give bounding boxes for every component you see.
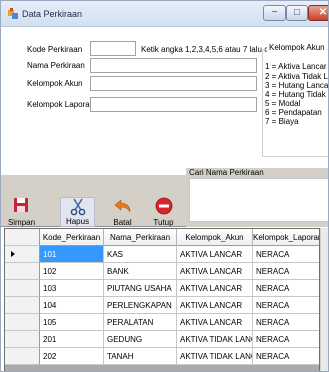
akun-line-1: 1 = Aktiva Lancar — [265, 62, 327, 71]
cell-kode[interactable]: 103 — [40, 280, 104, 297]
window-title: Data Perkiraan — [22, 9, 83, 19]
save-icon — [14, 198, 28, 212]
cell-akun[interactable]: AKTIVA TIDAK LANCAR — [177, 331, 253, 348]
maximize-icon: □ — [293, 7, 301, 18]
grid-header-row: Kode_Perkiraan Nama_Perkiraan Kelompok_A… — [5, 229, 319, 246]
cell-nama[interactable]: PIUTANG USAHA — [104, 280, 177, 297]
row-header[interactable] — [5, 348, 40, 365]
hapus-button[interactable]: Hapus — [60, 197, 95, 227]
col-header-nama[interactable]: Nama_Perkiraan — [104, 229, 177, 246]
akun-line-2: 2 = Aktiva Tidak Lancar — [265, 72, 328, 81]
hapus-label: Hapus — [65, 217, 90, 226]
akun-line-5: 5 = Modal — [265, 99, 301, 108]
kelompok-laporan-input[interactable] — [90, 97, 257, 112]
cell-laporan[interactable]: NERACA — [253, 280, 319, 297]
app-icon — [8, 8, 18, 19]
simpan-label: Simpan — [7, 218, 36, 227]
table-row[interactable]: 103 PIUTANG USAHA AKTIVA LANCAR NERACA — [5, 280, 319, 297]
cell-kode[interactable]: 201 — [40, 331, 104, 348]
cell-kode[interactable]: 102 — [40, 263, 104, 280]
table-row[interactable]: 201 GEDUNG AKTIVA TIDAK LANCAR NERACA — [5, 331, 319, 348]
undo-icon — [114, 199, 131, 213]
row-header[interactable] — [5, 263, 40, 280]
cell-nama[interactable]: TANAH — [104, 348, 177, 365]
cell-laporan[interactable]: NERACA — [253, 314, 319, 331]
cell-laporan[interactable]: NERACA — [253, 331, 319, 348]
cell-nama[interactable]: PERALATAN — [104, 314, 177, 331]
cell-kode[interactable]: 101 — [40, 246, 104, 263]
tutup-label: Tutup — [153, 218, 174, 227]
simpan-button[interactable]: Simpan — [4, 197, 39, 227]
cell-nama[interactable]: BANK — [104, 263, 177, 280]
stop-icon — [155, 197, 173, 215]
maximize-button[interactable]: □ — [286, 5, 308, 21]
cell-laporan[interactable]: NERACA — [253, 297, 319, 314]
row-header[interactable] — [5, 246, 40, 263]
minimize-button[interactable]: − — [263, 5, 286, 21]
kode-perkiraan-label: Kode Perkiraan — [27, 45, 83, 54]
nama-perkiraan-label: Nama Perkiraan — [27, 61, 85, 70]
search-title: Cari Nama Perkiraan — [189, 168, 264, 177]
current-row-arrow-icon — [11, 251, 15, 257]
row-header[interactable] — [5, 331, 40, 348]
close-icon: ✕ — [318, 7, 328, 18]
cell-kode[interactable]: 105 — [40, 314, 104, 331]
kode-perkiraan-input[interactable] — [90, 41, 136, 56]
title-bar[interactable]: Data Perkiraan − □ ✕ — [1, 1, 328, 27]
cell-akun[interactable]: AKTIVA LANCAR — [177, 297, 253, 314]
cell-akun[interactable]: AKTIVA LANCAR — [177, 263, 253, 280]
search-input[interactable] — [189, 178, 328, 222]
batal-button[interactable]: Batal — [105, 197, 140, 227]
kelompok-akun-label: Kelompok Akun — [27, 79, 83, 88]
col-header-laporan[interactable]: Kelompok_Laporan — [253, 229, 319, 246]
table-row[interactable]: 202 TANAH AKTIVA TIDAK LANCAR NERACA — [5, 348, 319, 365]
row-header[interactable] — [5, 297, 40, 314]
row-header[interactable] — [5, 314, 40, 331]
table-row[interactable]: 101 KAS AKTIVA LANCAR NERACA — [5, 246, 319, 263]
cell-akun[interactable]: AKTIVA TIDAK LANCAR — [177, 348, 253, 365]
table-row[interactable]: 102 BANK AKTIVA LANCAR NERACA — [5, 263, 319, 280]
cell-laporan[interactable]: NERACA — [253, 348, 319, 365]
grid-side-area — [320, 228, 328, 371]
akun-line-4: 4 = Hutang Tidak Lancar — [265, 90, 328, 99]
kelompok-akun-group-title: Kelompok Akun — [267, 43, 327, 52]
cell-laporan[interactable]: NERACA — [253, 246, 319, 263]
scissors-icon — [70, 198, 86, 216]
grid-corner — [5, 229, 40, 246]
data-grid[interactable]: Kode_Perkiraan Nama_Perkiraan Kelompok_A… — [4, 228, 320, 371]
cell-nama[interactable]: KAS — [104, 246, 177, 263]
cell-akun[interactable]: AKTIVA LANCAR — [177, 246, 253, 263]
nama-perkiraan-input[interactable] — [90, 58, 257, 73]
row-header[interactable] — [5, 280, 40, 297]
cell-akun[interactable]: AKTIVA LANCAR — [177, 280, 253, 297]
data-perkiraan-window: Data Perkiraan − □ ✕ Kode Perkiraan Keti… — [0, 0, 329, 372]
kelompok-laporan-label: Kelompok Laporan — [27, 100, 95, 109]
col-header-akun[interactable]: Kelompok_Akun — [177, 229, 253, 246]
table-row[interactable]: 105 PERALATAN AKTIVA LANCAR NERACA — [5, 314, 319, 331]
batal-label: Batal — [113, 218, 132, 227]
cell-nama[interactable]: GEDUNG — [104, 331, 177, 348]
kelompok-akun-input[interactable] — [90, 76, 257, 91]
cell-kode[interactable]: 104 — [40, 297, 104, 314]
akun-line-6: 6 = Pendapatan — [265, 108, 322, 117]
col-header-kode[interactable]: Kode_Perkiraan — [40, 229, 104, 246]
close-button[interactable]: ✕ — [308, 5, 328, 21]
akun-line-3: 3 = Hutang Lancar — [265, 81, 329, 90]
akun-line-7: 7 = Biaya — [265, 117, 299, 126]
minimize-icon: − — [271, 7, 278, 18]
cell-nama[interactable]: PERLENGKAPAN — [104, 297, 177, 314]
tutup-button[interactable]: Tutup — [146, 197, 181, 227]
table-row[interactable]: 104 PERLENGKAPAN AKTIVA LANCAR NERACA — [5, 297, 319, 314]
cell-akun[interactable]: AKTIVA LANCAR — [177, 314, 253, 331]
cell-laporan[interactable]: NERACA — [253, 263, 319, 280]
cell-kode[interactable]: 202 — [40, 348, 104, 365]
